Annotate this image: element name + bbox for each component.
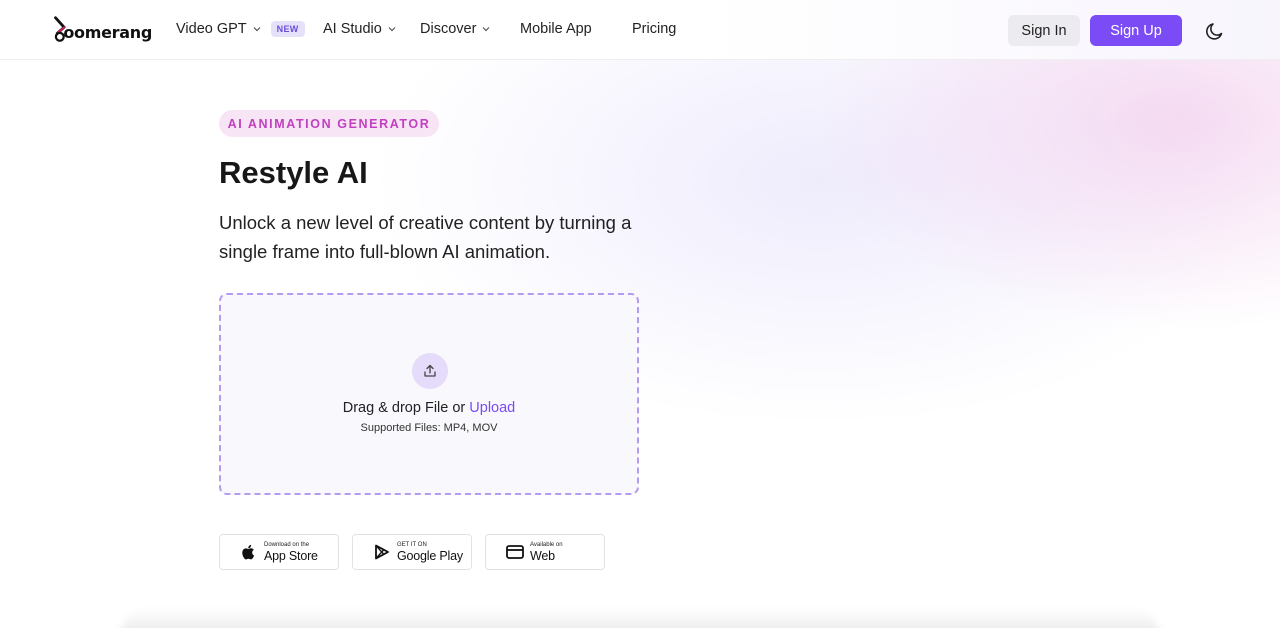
google-play-text: GET IT ON Google Play — [397, 542, 463, 563]
google-play-button[interactable]: GET IT ON Google Play — [352, 534, 472, 570]
web-big: Web — [530, 548, 555, 563]
page-subtitle: Unlock a new level of creative content b… — [219, 212, 632, 262]
web-text: Available on Web — [530, 542, 563, 563]
moon-icon[interactable] — [1204, 20, 1226, 42]
logo[interactable]: oomerang — [52, 12, 152, 46]
next-section-edge — [120, 608, 1160, 628]
google-play-icon — [373, 543, 391, 561]
nav-ai-studio-label: AI Studio — [323, 21, 382, 37]
sign-up-button[interactable]: Sign Up — [1090, 15, 1182, 46]
app-store-button[interactable]: Download on the App Store — [219, 534, 339, 570]
nav-mobile-app-label: Mobile App — [520, 21, 592, 37]
nav-discover[interactable]: Discover — [420, 21, 490, 37]
nav-pricing[interactable]: Pricing — [632, 21, 676, 37]
google-play-big: Google Play — [397, 548, 463, 563]
nav-video-gpt[interactable]: Video GPT NEW — [176, 21, 305, 37]
supported-files-text: Supported Files: MP4, MOV — [360, 422, 498, 434]
app-store-big: App Store — [264, 548, 318, 563]
boomerang-logo-icon — [54, 16, 66, 42]
chevron-down-icon — [253, 27, 261, 32]
category-tag: AI ANIMATION GENERATOR — [219, 110, 439, 137]
top-navbar: oomerang Video GPT NEW AI Studio Discove… — [0, 0, 1280, 60]
drag-drop-text: Drag & drop File or — [342, 400, 470, 416]
upload-link[interactable]: Upload — [469, 400, 515, 416]
chevron-down-icon — [482, 27, 490, 32]
nav-pricing-label: Pricing — [632, 21, 677, 37]
new-badge: NEW — [270, 21, 305, 37]
web-button[interactable]: Available on Web — [485, 534, 605, 570]
upload-icon-circle — [412, 353, 448, 389]
nav-mobile-app[interactable]: Mobile App — [520, 21, 592, 37]
upload-icon — [424, 364, 436, 377]
nav-video-gpt-label: Video GPT — [176, 21, 247, 37]
sign-in-button[interactable]: Sign In — [1008, 15, 1080, 46]
hero-section: AI ANIMATION GENERATOR Restyle AI Unlock… — [0, 60, 1280, 628]
page-title: Restyle AI — [219, 155, 368, 190]
app-store-text: Download on the App Store — [264, 542, 318, 563]
nav-discover-label: Discover — [420, 21, 477, 37]
file-dropzone[interactable]: Drag & drop File or Upload Supported Fil… — [219, 293, 639, 495]
apple-icon — [240, 543, 258, 561]
app-store-small: Download on the — [264, 541, 310, 548]
chevron-down-icon — [388, 27, 396, 32]
logo-text: oomerang — [63, 22, 152, 42]
nav-ai-studio[interactable]: AI Studio — [323, 21, 396, 37]
browser-icon — [506, 543, 524, 561]
dropzone-prompt: Drag & drop File or Upload — [221, 400, 637, 416]
web-small: Available on — [530, 541, 563, 548]
google-play-small: GET IT ON — [397, 541, 427, 548]
